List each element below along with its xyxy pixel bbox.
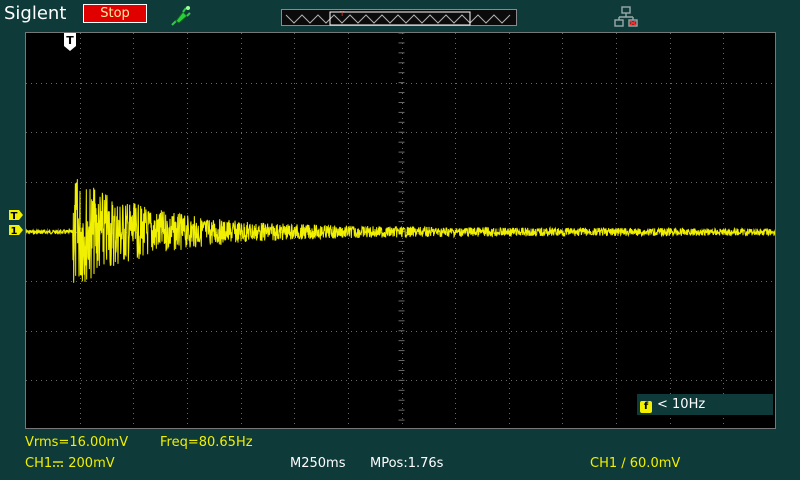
trigger-level-marker-icon[interactable]: T — [8, 209, 24, 221]
trigger-level-label: T — [11, 211, 18, 221]
memory-position-readout[interactable]: MPos:1.76s — [370, 456, 443, 471]
waveform-trace — [26, 179, 775, 283]
timebase-readout[interactable]: M250ms — [290, 456, 345, 471]
channel-1-scale[interactable]: CH1 200mV — [25, 456, 115, 471]
probe-icon — [171, 6, 191, 26]
trigger-position-marker-icon[interactable]: T — [63, 32, 77, 52]
dc-coupling-icon — [53, 460, 64, 467]
svg-text:T: T — [339, 10, 345, 18]
channel-1-label: 1 — [11, 226, 18, 236]
brand-logo: Siglent — [4, 3, 67, 24]
channel-1-scale-label: CH1 — [25, 456, 53, 471]
channel-1-marker-icon[interactable]: 1 — [8, 224, 24, 236]
run-stop-button[interactable]: Stop — [83, 4, 147, 23]
network-disconnected-icon — [614, 6, 638, 27]
frequency-measurement: Freq=80.65Hz — [160, 435, 253, 450]
waveform-display[interactable] — [25, 32, 776, 429]
memory-depth-bar: T — [281, 9, 517, 26]
top-bar: Siglent Stop T — [0, 0, 800, 32]
trigger-setting-readout[interactable]: CH1 ∕ 60.0mV — [590, 456, 680, 471]
waveform-graticule — [26, 33, 775, 428]
channel-1-scale-value: 200mV — [68, 456, 115, 471]
trigger-position-label: T — [66, 34, 74, 47]
trigger-frequency-badge: f — [640, 401, 652, 413]
trigger-frequency-value: < 10Hz — [657, 397, 706, 412]
vrms-measurement: Vrms=16.00mV — [25, 435, 129, 450]
trigger-frequency-readout: f < 10Hz — [637, 394, 773, 415]
